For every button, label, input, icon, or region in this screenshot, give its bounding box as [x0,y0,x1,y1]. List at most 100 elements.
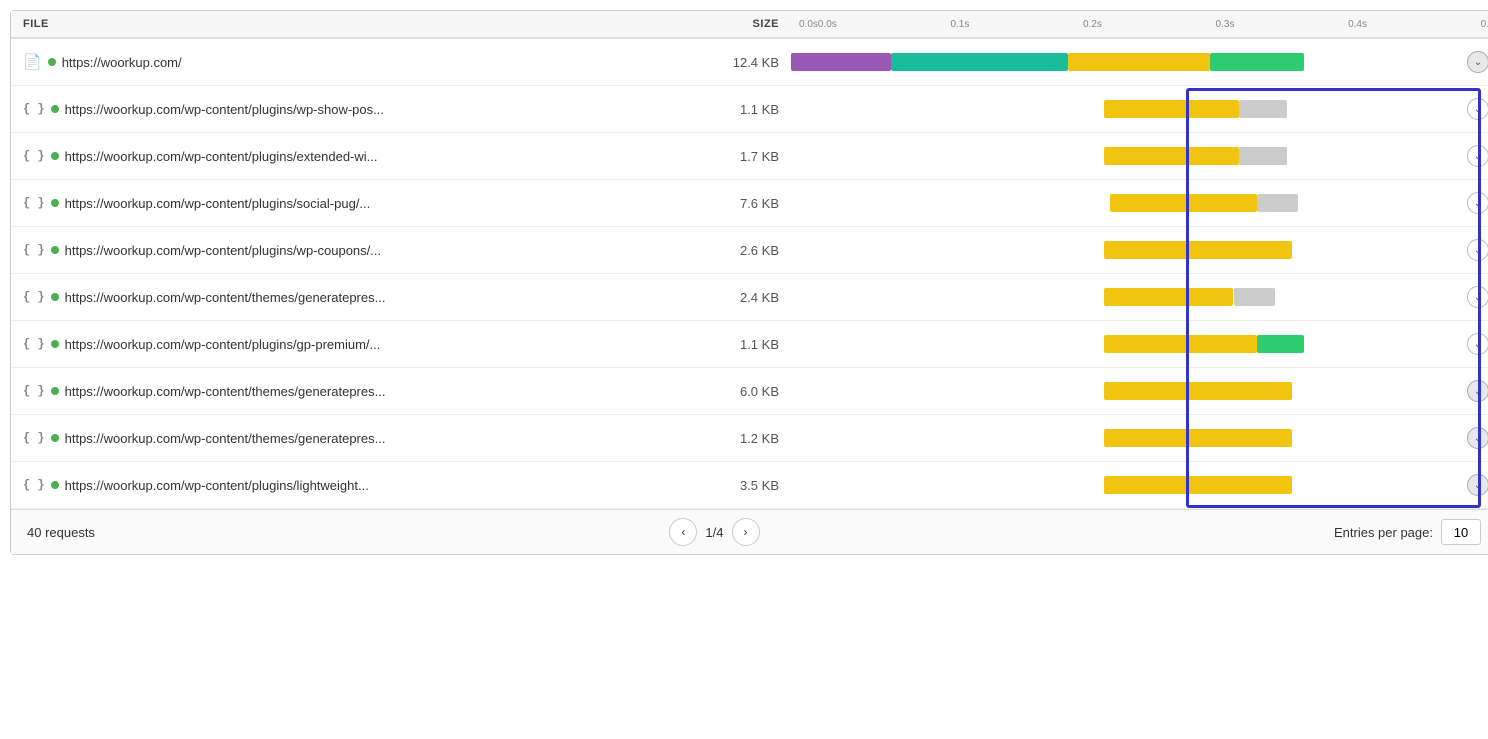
table-header: FILE SIZE 0.0s 0.0s 0.1s 0.2s 0.3s 0.4s … [11,11,1488,39]
size-cell: 2.6 KB [691,243,791,258]
size-cell: 1.1 KB [691,337,791,352]
timing-bar [1239,147,1286,165]
file-url: https://woorkup.com/wp-content/plugins/e… [65,149,378,164]
file-cell: { } https://woorkup.com/wp-content/plugi… [11,188,691,219]
expand-button[interactable]: ⌄ [1467,239,1488,261]
timing-bar [1104,288,1234,306]
bar-wrapper: ⌄ [791,462,1488,508]
timing-bar [891,53,1068,71]
timing-bar [1104,382,1293,400]
timeline-cell: ⌄ [791,133,1488,179]
timing-bar [1104,100,1240,118]
braces-icon: { } [23,243,45,257]
braces-icon: { } [23,384,45,398]
next-page-button[interactable]: › [732,518,760,546]
timing-bar [1257,335,1304,353]
timeline-cell: ⌄ [791,462,1488,508]
timeline-label-2: 0.1s [950,19,969,30]
expand-button[interactable]: ⌄ [1467,51,1488,73]
file-url: https://woorkup.com/wp-content/plugins/w… [65,243,382,258]
file-url: https://woorkup.com/wp-content/themes/ge… [65,290,386,305]
timeline-cell: ⌄ [791,368,1488,414]
bar-wrapper: ⌄ [791,133,1488,179]
size-cell: 1.7 KB [691,149,791,164]
status-dot [51,105,59,113]
expand-button[interactable]: ⌄ [1467,192,1488,214]
timing-bar [1110,194,1258,212]
timeline-cell: ⌄ [791,415,1488,461]
braces-icon: { } [23,149,45,163]
size-cell: 2.4 KB [691,290,791,305]
bar-wrapper: ⌄ [791,415,1488,461]
file-cell: { } https://woorkup.com/wp-content/plugi… [11,235,691,266]
timeline-cell: ⌄ [791,39,1488,85]
timeline-label-1: 0.0s [818,19,837,30]
file-cell: 📄 https://woorkup.com/ [11,45,691,79]
bar-wrapper: ⌄ [791,227,1488,273]
expand-button[interactable]: ⌄ [1467,98,1488,120]
expand-button[interactable]: ⌄ [1467,474,1488,496]
braces-icon: { } [23,431,45,445]
file-page-icon: 📄 [23,53,42,71]
table-row: { } https://woorkup.com/wp-content/plugi… [11,462,1488,509]
entries-per-page-input[interactable] [1441,519,1481,545]
table-row: 📄 https://woorkup.com/ 12.4 KB ⌄ [11,39,1488,86]
page-info: 1/4 [705,525,723,540]
bar-wrapper: ⌄ [791,180,1488,226]
table-row: { } https://woorkup.com/wp-content/theme… [11,368,1488,415]
timing-bar [1104,241,1293,259]
timeline-cell: ⌄ [791,180,1488,226]
size-cell: 3.5 KB [691,478,791,493]
status-dot [51,481,59,489]
entries-label: Entries per page: [1334,525,1433,540]
braces-icon: { } [23,196,45,210]
file-cell: { } https://woorkup.com/wp-content/theme… [11,282,691,313]
status-dot [51,152,59,160]
requests-count: 40 requests [27,525,95,540]
table-row: { } https://woorkup.com/wp-content/plugi… [11,86,1488,133]
expand-button[interactable]: ⌄ [1467,286,1488,308]
file-url: https://woorkup.com/wp-content/themes/ge… [65,431,386,446]
size-cell: 12.4 KB [691,55,791,70]
timeline-label-3: 0.2s [1083,19,1102,30]
table-footer: 40 requests ‹ 1/4 › Entries per page: [11,509,1488,554]
timeline-label-4: 0.3s [1216,19,1235,30]
status-dot [51,387,59,395]
file-cell: { } https://woorkup.com/wp-content/plugi… [11,94,691,125]
status-dot [51,293,59,301]
bar-wrapper: ⌄ [791,368,1488,414]
braces-icon: { } [23,478,45,492]
file-column-header: FILE [11,18,691,30]
expand-button[interactable]: ⌄ [1467,145,1488,167]
timing-bar [1104,429,1293,447]
braces-icon: { } [23,337,45,351]
size-column-header: SIZE [691,18,791,30]
size-cell: 6.0 KB [691,384,791,399]
size-cell: 1.2 KB [691,431,791,446]
table-row: { } https://woorkup.com/wp-content/theme… [11,415,1488,462]
status-dot [51,246,59,254]
timing-bar [1068,53,1210,71]
timing-bar [1234,288,1275,306]
size-cell: 7.6 KB [691,196,791,211]
expand-button[interactable]: ⌄ [1467,380,1488,402]
braces-icon: { } [23,290,45,304]
timeline-label-6: 0. [1481,19,1488,30]
prev-page-button[interactable]: ‹ [669,518,697,546]
braces-icon: { } [23,102,45,116]
timeline-cell: ⌄ [791,321,1488,367]
file-url: https://woorkup.com/wp-content/themes/ge… [65,384,386,399]
timing-bar [1257,194,1298,212]
status-dot [48,58,56,66]
file-cell: { } https://woorkup.com/wp-content/plugi… [11,141,691,172]
size-cell: 1.1 KB [691,102,791,117]
expand-button[interactable]: ⌄ [1467,333,1488,355]
table-body: 📄 https://woorkup.com/ 12.4 KB ⌄ { } htt… [11,39,1488,509]
table-row: { } https://woorkup.com/wp-content/theme… [11,274,1488,321]
file-cell: { } https://woorkup.com/wp-content/theme… [11,376,691,407]
timeline-cell: ⌄ [791,274,1488,320]
file-url: https://woorkup.com/wp-content/plugins/g… [65,337,381,352]
file-cell: { } https://woorkup.com/wp-content/plugi… [11,470,691,501]
file-url: https://woorkup.com/wp-content/plugins/l… [65,478,369,493]
expand-button[interactable]: ⌄ [1467,427,1488,449]
